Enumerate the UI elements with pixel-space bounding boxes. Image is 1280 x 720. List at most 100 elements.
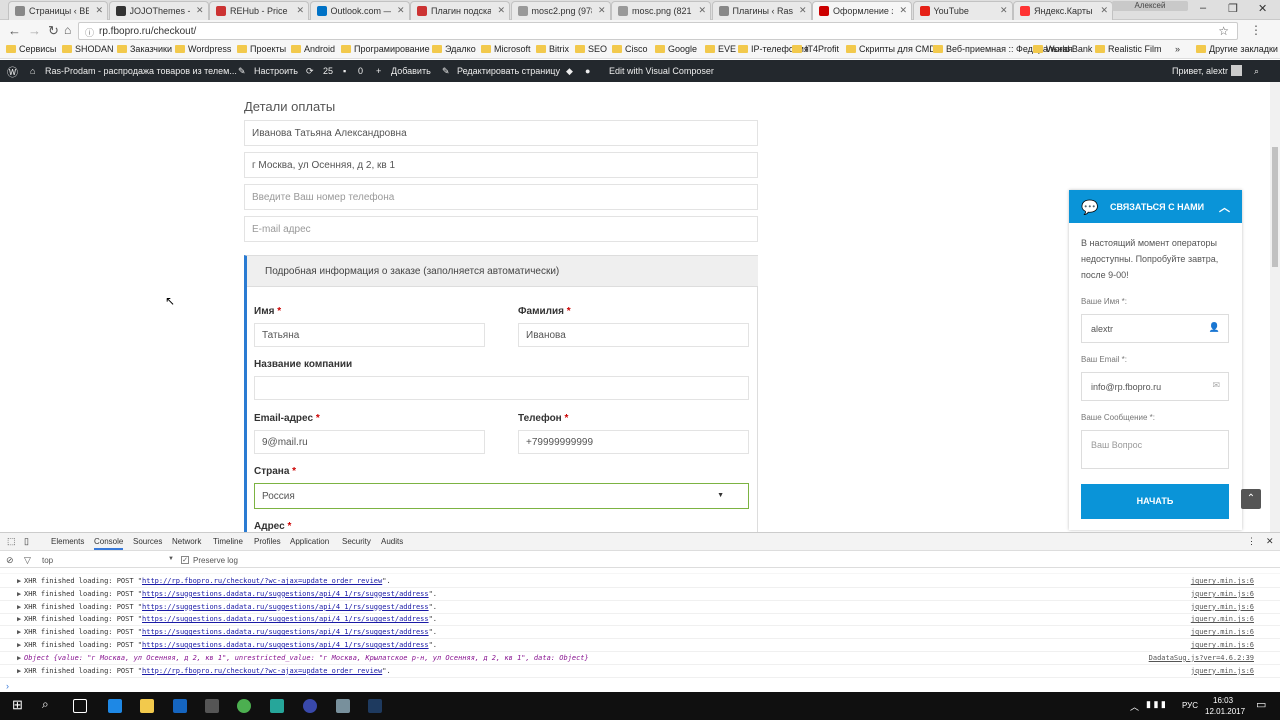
close-tab-icon[interactable]: ✕ [1100, 5, 1108, 16]
billing-email-input[interactable]: 9@mail.ru [254, 430, 485, 454]
browser-tab[interactable]: mosc2.png (978 ✕ [510, 1, 611, 20]
bookmark-item[interactable]: Wordpress [175, 44, 231, 54]
log-url-link[interactable]: https://suggestions.dadata.ru/suggestion… [142, 628, 429, 636]
edge-icon[interactable] [108, 699, 122, 713]
devtools-tab-audits[interactable]: Audits [381, 537, 403, 546]
maximize-icon[interactable]: ❐ [1228, 2, 1238, 15]
log-url-link[interactable]: https://suggestions.dadata.ru/suggestion… [142, 590, 429, 598]
expand-arrow-icon[interactable]: ▶ [17, 641, 21, 649]
chat-message-input[interactable]: Ваш Вопрос [1081, 430, 1229, 469]
log-source-link[interactable]: jquery.min.js:6 [1191, 590, 1254, 598]
scrollbar-thumb[interactable] [1272, 147, 1278, 267]
devtools-tab-sources[interactable]: Sources [133, 537, 162, 546]
address-input[interactable]: г Москва, ул Осенняя, д 2, кв 1 [244, 152, 758, 178]
bookmark-item[interactable]: World Bank [1033, 44, 1092, 54]
edit-page-link[interactable]: Редактировать страницу [457, 66, 560, 76]
close-tab-icon[interactable]: ✕ [196, 5, 204, 16]
menu-icon[interactable]: ⋮ [1250, 23, 1262, 37]
devtools-tab-elements[interactable]: Elements [51, 537, 84, 546]
close-tab-icon[interactable]: ✕ [799, 5, 807, 16]
add-new-link[interactable]: Добавить [391, 66, 431, 76]
chat-email-input[interactable]: info@rp.fbopro.ru ✉ [1081, 372, 1229, 401]
inspect-icon[interactable]: ⬚ [7, 536, 16, 547]
star-icon[interactable]: ☆ [1218, 24, 1229, 38]
outlook-icon[interactable] [173, 699, 187, 713]
browser-tab[interactable]: Страницы ‹ BEC ✕ [8, 1, 108, 20]
console-log-row[interactable]: ▶ XHR finished loading: POST "http://rp.f… [0, 665, 1280, 678]
scroll-to-top-button[interactable]: ⌃ [1241, 489, 1261, 509]
log-source-link[interactable]: jquery.min.js:6 [1191, 641, 1254, 649]
log-source-link[interactable]: jquery.min.js:6 [1191, 628, 1254, 636]
log-source-link[interactable]: jquery.min.js:6 [1191, 577, 1254, 585]
steam-icon[interactable] [368, 699, 382, 713]
network-app-icon[interactable] [303, 699, 317, 713]
console-log-row[interactable]: ▶ XHR finished loading: POST "https://sug… [0, 588, 1280, 601]
bookmark-item[interactable]: Bitrix [536, 44, 569, 54]
tray-icons[interactable]: ▮ ▮ ▮ [1146, 699, 1166, 710]
home-icon[interactable]: ⌂ [64, 23, 71, 37]
filter-icon[interactable]: ▽ [24, 555, 31, 566]
close-window-icon[interactable]: ✕ [1258, 2, 1267, 15]
file-explorer-icon[interactable] [140, 699, 154, 713]
bookmarks-overflow[interactable]: » [1175, 44, 1180, 54]
back-icon[interactable]: ← [8, 23, 21, 38]
devtools-tab-console[interactable]: Console [94, 537, 124, 550]
search-icon[interactable]: ⌕ [42, 697, 56, 711]
close-tab-icon[interactable]: ✕ [497, 5, 505, 16]
expand-arrow-icon[interactable]: ▶ [17, 615, 21, 623]
language-indicator[interactable]: РУС [1182, 701, 1198, 710]
profile-chip[interactable]: Алексей [1112, 1, 1188, 11]
context-select[interactable]: top ▼ [42, 556, 174, 566]
clock-time[interactable]: 16:03 [1213, 696, 1233, 705]
log-url-link[interactable]: http://rp.fbopro.ru/checkout/?wc-ajax=up… [142, 577, 382, 585]
close-tab-icon[interactable]: ✕ [899, 5, 907, 16]
devtools-tab-network[interactable]: Network [172, 537, 201, 546]
bookmark-item[interactable]: Cisco [612, 44, 648, 54]
bookmark-item[interactable]: Realistic Film [1095, 44, 1162, 54]
close-tab-icon[interactable]: ✕ [95, 5, 103, 16]
bookmark-item[interactable]: Эдалко [432, 44, 476, 54]
last-name-input[interactable]: Иванова [518, 323, 749, 347]
browser-tab[interactable]: YouTube ✕ [912, 1, 1013, 20]
close-tab-icon[interactable]: ✕ [296, 5, 304, 16]
browser-tab[interactable]: Outlook.com — ✕ [309, 1, 410, 20]
browser-tab[interactable]: Оформление за ✕ [812, 1, 912, 21]
user-greeting[interactable]: Привет, alextr [1172, 66, 1228, 76]
clear-console-icon[interactable]: ⊘ [6, 555, 14, 566]
bookmark-item[interactable]: SHODAN [62, 44, 114, 54]
other-bookmarks[interactable]: Другие закладки [1196, 44, 1278, 54]
bookmark-item[interactable]: Google [655, 44, 697, 54]
minimize-icon[interactable]: – [1200, 2, 1206, 14]
expand-arrow-icon[interactable]: ▶ [17, 667, 21, 675]
expand-arrow-icon[interactable]: ▶ [17, 590, 21, 598]
tray-chevron-icon[interactable]: ︿ [1130, 700, 1139, 713]
browser-tab[interactable]: JOJOThemes - D ✕ [108, 1, 209, 20]
expand-arrow-icon[interactable]: ▶ [17, 603, 21, 611]
browser-tab[interactable]: mosc.png (821 × ✕ [611, 1, 711, 20]
reload-icon[interactable]: ↻ [48, 23, 59, 39]
bookmark-item[interactable]: EVE [705, 44, 736, 54]
visual-composer-link[interactable]: Edit with Visual Composer [609, 66, 714, 76]
company-input[interactable] [254, 376, 749, 400]
console-log-row[interactable]: ▶ XHR finished loading: POST "https://sug… [0, 639, 1280, 652]
log-source-link[interactable]: DadataSug.js?ver=4.6.2:39 [1149, 654, 1254, 662]
app-icon[interactable] [270, 699, 284, 713]
devtools-tab-security[interactable]: Security [342, 537, 371, 546]
fullname-input[interactable]: Иванова Татьяна Александровна [244, 120, 758, 146]
log-url-link[interactable]: https://suggestions.dadata.ru/suggestion… [142, 641, 429, 649]
console-log-row[interactable]: ▶ XHR finished loading: POST "https://sug… [0, 613, 1280, 627]
console-log-row[interactable]: ▶ Object {value: "г Москва, ул Осенняя, д… [0, 652, 1280, 665]
chat-name-input[interactable]: alextr 👤 [1081, 314, 1229, 343]
bookmark-item[interactable]: Заказчики [117, 44, 172, 54]
more-icon[interactable]: ⋮ [1247, 536, 1256, 547]
console-log-row[interactable]: ▶ XHR finished loading: POST "https://sug… [0, 601, 1280, 614]
browser-tab[interactable]: Плагин подсказ ✕ [410, 1, 510, 20]
chrome-icon[interactable] [237, 699, 251, 713]
console-log-row[interactable]: ▶ XHR finished loading: POST "http://rp.f… [0, 575, 1280, 588]
first-name-input[interactable]: Татьяна [254, 323, 485, 347]
chevron-up-icon[interactable]: ︿ [1219, 199, 1230, 215]
country-select[interactable]: Россия ▼ [254, 483, 749, 509]
bookmark-item[interactable]: Сервисы [6, 44, 56, 54]
updates-count[interactable]: 25 [323, 66, 333, 76]
console-prompt-icon[interactable]: › [6, 681, 9, 691]
